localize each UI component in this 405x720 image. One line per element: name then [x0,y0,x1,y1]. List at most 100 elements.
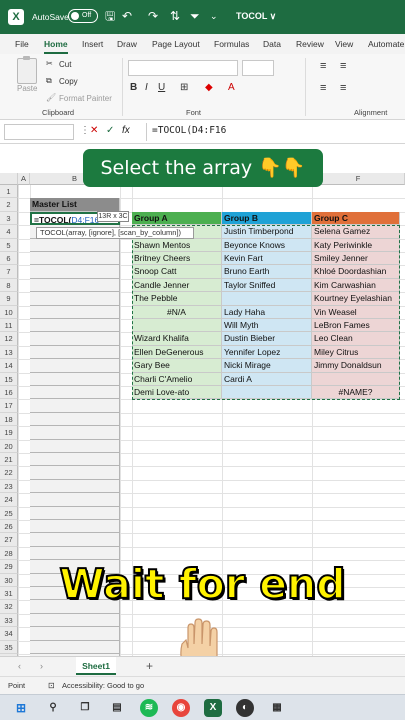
spotify-icon[interactable]: ≋ [140,699,158,717]
row-header[interactable]: 16 [0,386,18,400]
copy-button[interactable]: Copy [59,77,78,86]
calculator-icon[interactable]: ▦ [268,699,286,717]
tab-review[interactable]: Review [296,39,324,49]
more-options-icon[interactable]: ⋮ [80,125,90,136]
tab-view[interactable]: View [335,39,353,49]
row-header[interactable]: 32 [0,600,18,614]
master-list-cell[interactable] [30,640,120,654]
borders-icon[interactable]: ⊞ [180,82,188,93]
file-name[interactable]: TOCOL ∨ [236,11,276,22]
copy-icon[interactable]: ⧉ [46,76,52,86]
add-sheet-button[interactable]: + [146,659,153,673]
windows-icon[interactable]: ⊞ [12,699,30,717]
tab-formulas[interactable]: Formulas [214,39,249,49]
master-list-cell[interactable] [30,453,120,467]
row-header[interactable]: 6 [0,252,18,266]
row-header[interactable]: 33 [0,613,18,628]
font-color-icon[interactable]: A [228,82,235,93]
row-header[interactable]: 4 [0,225,18,239]
row-header[interactable]: 10 [0,305,18,319]
scroll-left-icon[interactable]: ‹ [18,661,21,671]
row-header[interactable]: 26 [0,520,18,534]
row-header[interactable]: 24 [0,493,18,507]
redo-icon[interactable]: ↷ [148,9,158,23]
accessibility-status[interactable]: Accessibility: Good to go [62,677,144,695]
cancel-icon[interactable]: ✕ [90,125,98,136]
file-explorer-icon[interactable]: ▤ [108,699,126,717]
master-list-cell[interactable] [30,399,120,413]
master-list-cell[interactable] [30,546,120,561]
row-header[interactable]: 9 [0,292,18,306]
group-b-header[interactable]: Group B [222,211,312,226]
row-header[interactable]: 17 [0,399,18,413]
master-list-cell[interactable] [30,332,120,346]
row-header[interactable]: 28 [0,546,18,561]
formula-input[interactable]: =TOCOL(D4:F16 [152,125,226,136]
row-header[interactable]: 7 [0,265,18,279]
master-list-cell[interactable] [30,372,120,386]
tab-draw[interactable]: Draw [117,39,137,49]
enter-icon[interactable]: ✓ [106,125,114,136]
name-box[interactable] [4,124,74,140]
font-name-box[interactable] [128,60,238,76]
row-header[interactable]: 25 [0,506,18,520]
row-header[interactable]: 29 [0,560,18,574]
row-header[interactable]: 1 [0,185,18,199]
tab-data[interactable]: Data [263,39,281,49]
master-list-cell[interactable] [30,439,120,453]
tab-page-layout[interactable]: Page Layout [152,39,200,49]
group-a-header[interactable]: Group A [132,211,222,226]
row-header[interactable]: 35 [0,640,18,654]
row-header[interactable]: 8 [0,278,18,293]
scroll-right-icon[interactable]: › [40,661,43,671]
row-header[interactable]: 14 [0,359,18,373]
font-size-box[interactable] [242,60,274,76]
task-view-icon[interactable]: ❐ [76,699,94,717]
cut-button[interactable]: Cut [59,60,71,69]
save-icon[interactable]: 🖫 [105,9,115,23]
master-list-cell[interactable] [30,426,120,440]
master-list-cell[interactable] [30,493,120,507]
group-c-header[interactable]: Group C [312,211,400,226]
italic-button[interactable]: I [145,82,148,93]
row-header[interactable]: 31 [0,587,18,601]
row-header[interactable]: 34 [0,627,18,641]
master-list-cell[interactable] [30,412,120,427]
master-list-cell[interactable] [30,265,120,279]
row-header[interactable]: 30 [0,573,18,587]
align-center-icon[interactable]: ≡ [340,82,346,94]
search-icon[interactable]: ⚲ [44,699,62,717]
column-header-f[interactable]: F [312,173,405,185]
chrome-icon[interactable]: ◉ [172,699,190,717]
master-list-cell[interactable] [30,506,120,520]
master-list-cell[interactable] [30,533,120,547]
master-list-cell[interactable] [30,520,120,534]
master-list-cell[interactable] [30,613,120,628]
tab-automate[interactable]: Automate [368,39,404,49]
fill-color-icon[interactable]: ◆ [205,82,213,93]
row-header[interactable]: 19 [0,426,18,440]
master-list-cell[interactable] [30,386,120,400]
row-header[interactable]: 18 [0,412,18,427]
row-header[interactable]: 11 [0,319,18,333]
align-left-icon[interactable]: ≡ [320,82,326,94]
master-list-cell[interactable] [30,278,120,293]
filter-icon[interactable]: ⏷ [190,9,200,23]
paste-button[interactable]: Paste [17,84,37,93]
master-list-cell[interactable] [30,252,120,266]
sort-icon[interactable]: ⇅ [170,9,180,23]
excel-icon[interactable]: X [204,699,222,717]
align-middle-icon[interactable]: ≡ [340,60,346,72]
tab-file[interactable]: File [15,39,29,49]
column-header-a[interactable]: A [18,173,30,185]
select-all-corner[interactable] [0,173,18,185]
master-list-header[interactable]: Master List [30,198,120,212]
row-header[interactable]: 23 [0,479,18,494]
paste-icon[interactable] [17,56,37,84]
insert-function-icon[interactable]: fx [122,125,130,136]
macro-record-icon[interactable]: ⊡ [48,677,55,695]
row-header[interactable]: 20 [0,439,18,453]
row-header[interactable]: 2 [0,198,18,212]
master-list-cell[interactable] [30,627,120,641]
row-header[interactable]: 5 [0,238,18,252]
